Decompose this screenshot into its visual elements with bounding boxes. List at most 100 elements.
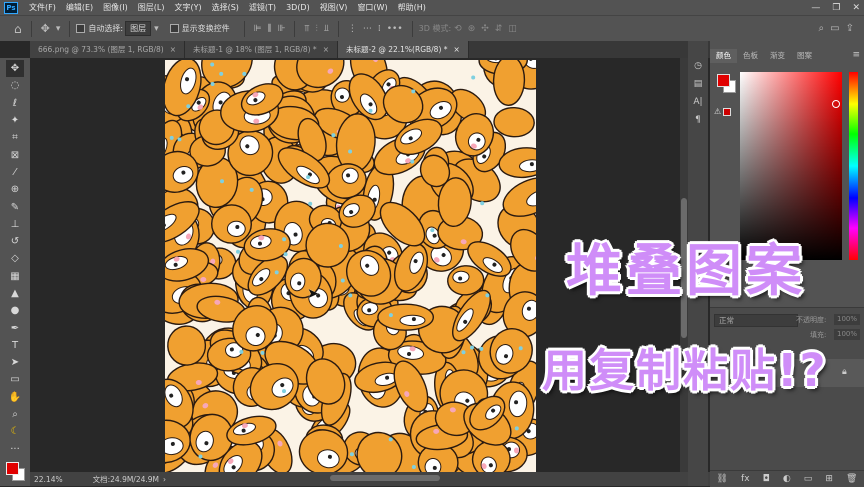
align-top-icon[interactable]: ⫪ — [304, 24, 309, 34]
menu-view[interactable]: 视图(V) — [315, 2, 353, 13]
panel-menu-icon[interactable]: ≡ — [852, 50, 860, 60]
snowflake-dot — [430, 228, 434, 232]
close-icon[interactable]: × — [323, 45, 329, 54]
3d-roll-icon[interactable]: ⊛ — [468, 24, 476, 34]
close-icon[interactable]: × — [454, 45, 460, 54]
horizontal-scrollbar[interactable] — [330, 475, 440, 481]
menu-filter[interactable]: 滤镜(T) — [244, 2, 281, 13]
tab-untitled-2[interactable]: 未标题-2 @ 22.1%(RGB/8) *× — [338, 41, 469, 58]
fill-input[interactable]: 100% — [834, 329, 860, 340]
foreground-color-swatch[interactable] — [6, 462, 19, 475]
tab-untitled-1[interactable]: 未标题-1 @ 18% (图层 1, RGB/8) *× — [185, 41, 338, 58]
menu-select[interactable]: 选择(S) — [207, 2, 244, 13]
search-icon[interactable]: ⌕ — [819, 23, 825, 34]
history-icon[interactable]: ◷ — [694, 61, 702, 71]
photoshop-logo[interactable]: Ps — [4, 2, 18, 14]
pen-tool-icon[interactable]: ✒ — [6, 319, 24, 336]
close-button[interactable]: ✕ — [852, 3, 860, 13]
tab-color[interactable]: 颜色 — [710, 49, 737, 63]
menu-help[interactable]: 帮助(H) — [393, 2, 431, 13]
auto-select-dropdown[interactable]: 图层 — [125, 21, 151, 36]
brush-tool-icon[interactable]: ✎ — [6, 198, 24, 215]
frame-tool-icon[interactable]: ⊠ — [6, 146, 24, 163]
close-icon[interactable]: × — [170, 45, 176, 54]
document-canvas[interactable] — [165, 60, 536, 472]
share-icon[interactable]: ⇪ — [846, 23, 854, 34]
3d-slide-icon[interactable]: ⇵ — [495, 24, 503, 34]
menu-file[interactable]: 文件(F) — [24, 2, 61, 13]
foreground-color-swatch[interactable] — [717, 74, 730, 87]
new-layer-icon[interactable]: ⊞ — [825, 474, 833, 484]
menu-3d[interactable]: 3D(D) — [281, 3, 315, 12]
menu-edit[interactable]: 编辑(E) — [61, 2, 98, 13]
adjustment-icon[interactable]: ◐ — [783, 474, 791, 484]
move-tool-icon[interactable]: ✥ — [41, 22, 50, 35]
eyedropper-tool-icon[interactable]: ⁄ — [6, 164, 24, 181]
more-options-icon[interactable]: ••• — [387, 24, 403, 34]
3d-orbit-icon[interactable]: ⟲ — [454, 24, 462, 34]
align-center-icon[interactable]: ⫼ — [267, 24, 271, 34]
chevron-right-icon[interactable]: › — [163, 475, 166, 484]
hand-tool-icon[interactable]: ✋ — [6, 389, 24, 406]
marquee-tool-icon[interactable]: ◌ — [6, 77, 24, 94]
clone-stamp-tool-icon[interactable]: ⊥ — [6, 216, 24, 233]
align-left-icon[interactable]: ⊫ — [254, 24, 262, 34]
chevron-down-icon[interactable]: ▾ — [56, 24, 61, 34]
zoom-level[interactable]: 22.14% — [34, 475, 63, 484]
fx-icon[interactable]: fx — [741, 474, 750, 484]
paragraph-icon[interactable]: ¶ — [695, 115, 701, 125]
healing-brush-tool-icon[interactable]: ⊕ — [6, 181, 24, 198]
align-bottom-icon[interactable]: ⫫ — [324, 24, 329, 34]
workspace-icon[interactable]: ▭ — [830, 23, 839, 34]
character-icon[interactable]: A| — [693, 97, 702, 107]
distribute-icon[interactable]: ⁞ — [378, 24, 381, 34]
menu-window[interactable]: 窗口(W) — [352, 2, 392, 13]
tab-swatches[interactable]: 色板 — [737, 49, 764, 63]
align-middle-icon[interactable]: ⫶ — [316, 24, 318, 34]
menu-type[interactable]: 文字(Y) — [169, 2, 206, 13]
blur-tool-icon[interactable]: ▲ — [6, 285, 24, 302]
show-transform-checkbox[interactable] — [170, 24, 179, 33]
tab-patterns[interactable]: 图案 — [791, 49, 818, 63]
blend-mode-dropdown[interactable]: 正常 — [714, 314, 798, 327]
path-selection-tool-icon[interactable]: ➤ — [6, 354, 24, 371]
home-icon[interactable]: ⌂ — [14, 22, 22, 36]
hue-slider[interactable] — [849, 72, 858, 260]
lasso-tool-icon[interactable]: ℓ — [6, 95, 24, 112]
rectangle-tool-icon[interactable]: ▭ — [6, 371, 24, 388]
gamut-warning-icon[interactable]: ⚠ — [714, 107, 731, 116]
auto-select-checkbox[interactable] — [76, 24, 85, 33]
tab-gradients[interactable]: 渐变 — [764, 49, 791, 63]
menu-layer[interactable]: 图层(L) — [133, 2, 170, 13]
color-picker-handle[interactable] — [832, 100, 840, 108]
eraser-tool-icon[interactable]: ◇ — [6, 250, 24, 267]
minimize-button[interactable]: — — [811, 3, 820, 13]
3d-scale-icon[interactable]: ◫ — [508, 24, 517, 34]
menu-image[interactable]: 图像(I) — [98, 2, 133, 13]
banana-icon[interactable]: ☾ — [6, 423, 24, 440]
move-tool-icon[interactable]: ✥ — [6, 60, 24, 77]
color-swatches[interactable] — [4, 460, 26, 482]
3d-pan-icon[interactable]: ✣ — [481, 24, 489, 34]
chevron-down-icon[interactable]: ▾ — [154, 24, 159, 34]
magic-wand-tool-icon[interactable]: ✦ — [6, 112, 24, 129]
gradient-tool-icon[interactable]: ▦ — [6, 268, 24, 285]
lock-icon[interactable]: 🔒︎ — [842, 367, 847, 377]
history-brush-tool-icon[interactable]: ↺ — [6, 233, 24, 250]
dodge-tool-icon[interactable]: ● — [6, 302, 24, 319]
trash-icon[interactable]: 🗑︎ — [846, 474, 857, 484]
distribute-icon[interactable]: ⋮ — [348, 24, 357, 34]
type-tool-icon[interactable]: T — [6, 337, 24, 354]
distribute-icon[interactable]: ⋯ — [363, 24, 372, 34]
link-icon[interactable]: ⛓ — [717, 474, 728, 484]
restore-button[interactable]: ❐ — [832, 3, 840, 13]
tab-666-png[interactable]: 666.png @ 73.3% (图层 1, RGB/8)× — [30, 41, 185, 58]
opacity-input[interactable]: 100% — [834, 314, 860, 325]
mask-icon[interactable]: ◘ — [763, 474, 770, 484]
zoom-tool-icon[interactable]: ⌕ — [6, 406, 24, 423]
more-tools-icon[interactable]: ··· — [6, 441, 24, 458]
crop-tool-icon[interactable]: ⌗ — [6, 129, 24, 146]
folder-icon[interactable]: ▭ — [804, 474, 813, 484]
align-right-icon[interactable]: ⊪ — [278, 24, 286, 34]
properties-icon[interactable]: ▤ — [694, 79, 703, 89]
